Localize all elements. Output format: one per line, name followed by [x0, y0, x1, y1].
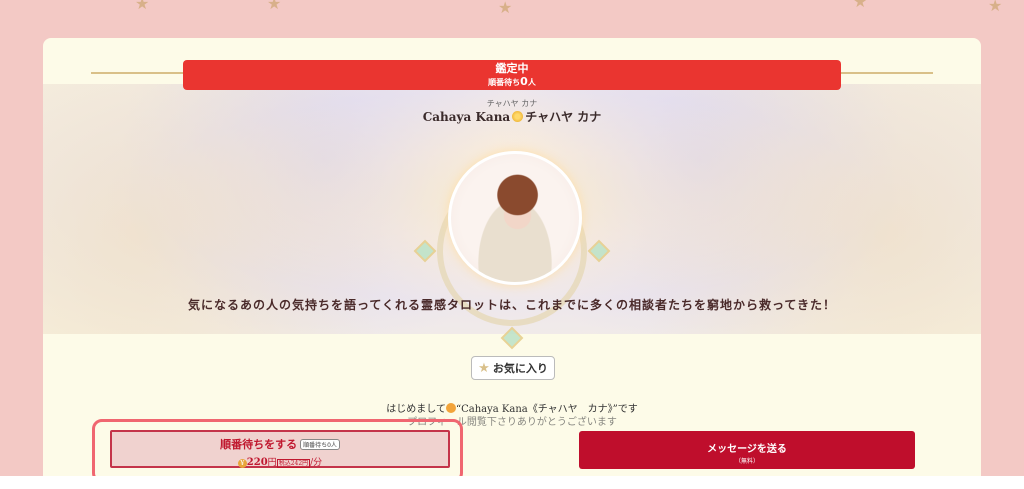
status-title: 鑑定中 [495, 62, 529, 75]
yen-icon: ¥ [237, 459, 247, 468]
name-jp: チャハヤ カナ [525, 110, 602, 124]
wait-count: 0 [520, 75, 528, 88]
wait-badge: 順番待ち0人 [300, 439, 340, 450]
background-star-icon: ★ [853, 0, 868, 11]
background-star-icon: ★ [135, 0, 150, 13]
wait-count-text: 順番待ち0人 [488, 75, 536, 88]
star-icon: ★ [478, 360, 490, 376]
portrait-image [448, 151, 582, 285]
name-en: Cahaya Kana [422, 110, 511, 124]
tagline: 気になるあの人の気持ちを語ってくれる霊感タロットは、これまでに多くの相談者たちを… [187, 298, 837, 312]
price-info: ¥220円 税込242円/分 [112, 455, 448, 468]
background-star-icon: ★ [988, 0, 1003, 15]
smile-icon [445, 403, 456, 413]
wait-button-label: 順番待ちをする [220, 438, 298, 451]
greeting-text: はじめまして “Cahaya Kana《チャハヤ カナ》”です [386, 403, 638, 415]
wait-in-line-button[interactable]: 順番待ちをする 順番待ち0人 ¥220円 税込242円/分 [110, 430, 450, 468]
price: 220 [246, 457, 268, 468]
message-button-sub: （無料） [734, 458, 759, 465]
send-message-button[interactable]: メッセージを送る （無料） [579, 431, 915, 469]
fortune-teller-name: Cahaya Kana チャハヤ カナ [43, 108, 981, 125]
status-bar: 鑑定中 順番待ち0人 [183, 60, 841, 90]
favorite-label: お気に入り [492, 362, 548, 375]
sun-icon [512, 111, 524, 122]
background-star-icon: ★ [498, 0, 513, 17]
message-button-label: メッセージを送る [707, 444, 787, 455]
favorite-button[interactable]: ★ お気に入り [471, 356, 555, 380]
background-star-icon: ★ [267, 0, 282, 13]
tax-price: 税込242円 [276, 459, 311, 468]
page-bottom [0, 476, 1024, 489]
